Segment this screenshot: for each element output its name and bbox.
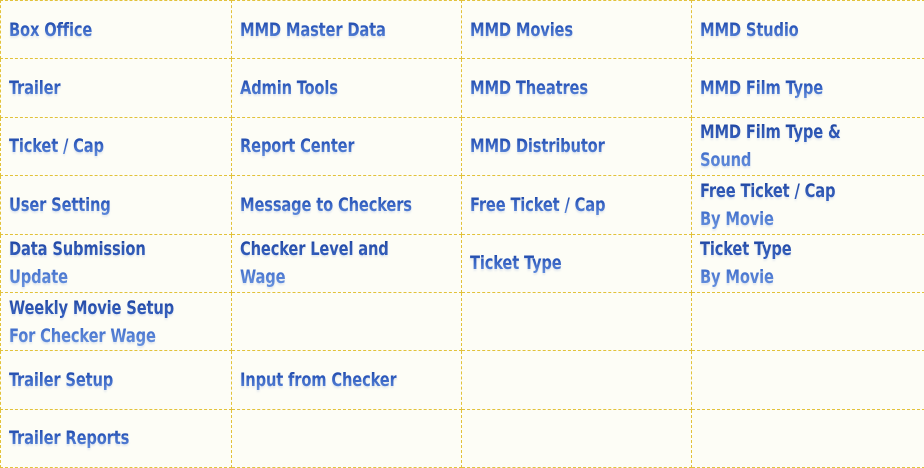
menu-cell: Admin Tools — [231, 58, 462, 118]
menu-cell — [461, 408, 692, 468]
menu-cell: MMD Master Data — [231, 0, 462, 60]
menu-cell: MMD Movies — [461, 0, 692, 60]
menu-cell: MMD Studio — [691, 0, 924, 60]
menu-cell: Input from Checker — [231, 350, 462, 410]
menu-cell — [461, 291, 692, 352]
menu-link-box-office[interactable]: Box Office — [9, 16, 92, 44]
menu-link-checker-level-and-wage[interactable]: Checker Level and Wage — [240, 235, 430, 291]
menu-cell: MMD Film Type — [691, 58, 924, 118]
menu-link-ticket-cap[interactable]: Ticket / Cap — [9, 132, 104, 160]
menu-link-mmd-studio[interactable]: MMD Studio — [700, 16, 799, 44]
menu-link-ticket-type-by-movie[interactable]: Ticket Type By Movie — [700, 235, 792, 291]
menu-row: User Setting Message to Checkers Free Tick… — [0, 175, 924, 235]
menu-link-report-center[interactable]: Report Center — [240, 132, 355, 160]
menu-row: Trailer Admin Tools MMD Theatres MMD Film T… — [0, 58, 924, 118]
menu-link-mmd-theatres[interactable]: MMD Theatres — [470, 74, 588, 102]
menu-cell: Free Ticket / Cap By Movie — [691, 175, 924, 235]
menu-cell: Box Office — [0, 0, 232, 60]
menu-row: Ticket / Cap Report Center MMD Distributor… — [0, 116, 924, 177]
menu-cell: Ticket / Cap — [0, 116, 232, 177]
menu-link-mmd-film-type[interactable]: MMD Film Type — [700, 74, 823, 102]
menu-row: Weekly Movie Setup For Checker Wage — [0, 291, 924, 352]
menu-cell — [231, 291, 462, 352]
menu-link-free-ticket-cap-by-movie[interactable]: Free Ticket / Cap By Movie — [700, 177, 836, 233]
menu-link-input-from-checker[interactable]: Input from Checker — [240, 366, 397, 394]
menu-cell: Ticket Type By Movie — [691, 233, 924, 293]
menu-cell — [461, 350, 692, 410]
menu-row: Trailer Reports — [0, 408, 924, 468]
admin-menu-body: Box Office MMD Master Data MMD Movies MMD S… — [0, 0, 924, 468]
menu-link-user-setting[interactable]: User Setting — [9, 191, 111, 219]
menu-cell: Trailer Setup — [0, 350, 232, 410]
menu-cell — [691, 291, 924, 352]
menu-cell: Data Submission Update — [0, 233, 232, 293]
menu-link-admin-tools[interactable]: Admin Tools — [240, 74, 338, 102]
menu-link-trailer-reports[interactable]: Trailer Reports — [9, 424, 129, 452]
menu-cell: Report Center — [231, 116, 462, 177]
menu-cell: Weekly Movie Setup For Checker Wage — [0, 291, 232, 352]
menu-cell: Checker Level and Wage — [231, 233, 462, 293]
menu-cell: MMD Theatres — [461, 58, 692, 118]
menu-cell: MMD Distributor — [461, 116, 692, 177]
menu-cell — [231, 408, 462, 468]
menu-row: Box Office MMD Master Data MMD Movies MMD S… — [0, 0, 924, 60]
menu-link-mmd-film-type-sound[interactable]: MMD Film Type & Sound — [700, 118, 893, 174]
menu-cell: User Setting — [0, 175, 232, 235]
menu-cell: Trailer Reports — [0, 408, 232, 468]
menu-link-ticket-type[interactable]: Ticket Type — [470, 249, 562, 277]
menu-link-mmd-master-data[interactable]: MMD Master Data — [240, 16, 386, 44]
menu-link-weekly-movie-setup-for-checker-wage[interactable]: Weekly Movie Setup For Checker Wage — [9, 294, 174, 350]
menu-cell: Ticket Type — [461, 233, 692, 293]
menu-row: Data Submission Update Checker Level and … — [0, 233, 924, 293]
menu-cell: Trailer — [0, 58, 232, 118]
menu-link-trailer[interactable]: Trailer — [9, 74, 61, 102]
menu-link-mmd-distributor[interactable]: MMD Distributor — [470, 132, 605, 160]
menu-link-mmd-movies[interactable]: MMD Movies — [470, 16, 573, 44]
menu-link-message-to-checkers[interactable]: Message to Checkers — [240, 191, 412, 219]
menu-cell — [691, 408, 924, 468]
menu-cell — [691, 350, 924, 410]
menu-cell: MMD Film Type & Sound — [691, 116, 924, 177]
menu-link-data-submission-update[interactable]: Data Submission Update — [9, 235, 200, 291]
menu-cell: Free Ticket / Cap — [461, 175, 692, 235]
menu-link-free-ticket-cap[interactable]: Free Ticket / Cap — [470, 191, 606, 219]
menu-row: Trailer Setup Input from Checker — [0, 350, 924, 410]
menu-link-trailer-setup[interactable]: Trailer Setup — [9, 366, 113, 394]
admin-menu-grid: Box Office MMD Master Data MMD Movies MMD S… — [0, 0, 924, 468]
menu-cell: Message to Checkers — [231, 175, 462, 235]
